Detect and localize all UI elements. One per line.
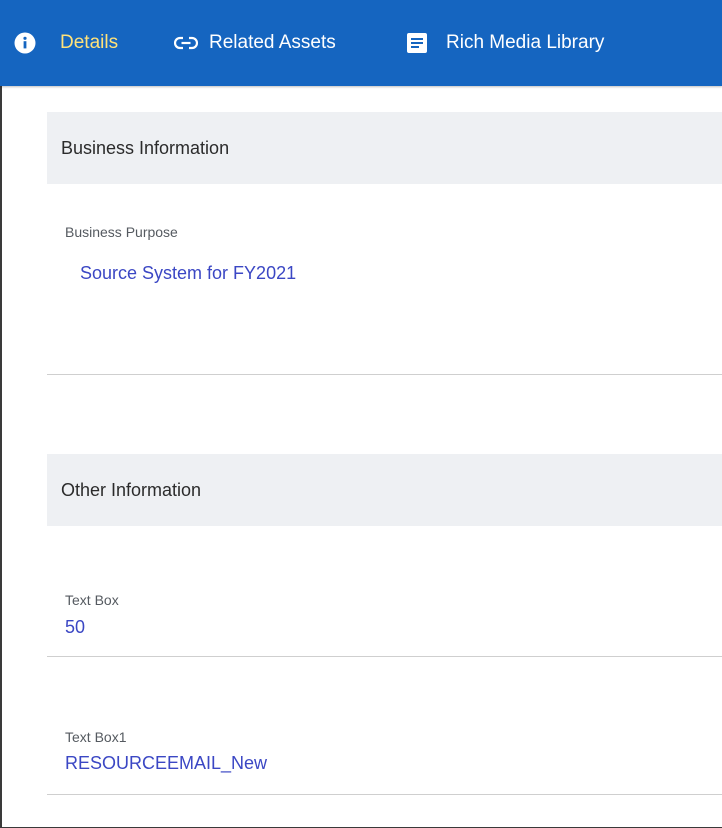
info-icon (14, 32, 36, 54)
field-value: 50 (65, 617, 86, 637)
tab-related-assets-label: Related Assets (209, 32, 336, 53)
tab-bar: Details Related Assets Rich Media Librar… (0, 0, 722, 86)
field-value: RESOURCEEMAIL_New (65, 753, 268, 773)
field-value: Source System for FY2021 (80, 263, 297, 283)
tab-related-assets[interactable]: Related Assets (174, 26, 336, 60)
section-header-business-information[interactable]: Business Information (47, 112, 722, 184)
tab-details[interactable]: Details (14, 26, 118, 60)
field-label: Text Box1 (65, 729, 127, 745)
document-icon (407, 33, 427, 53)
field-text-box: Text Box 50 (47, 526, 722, 657)
tab-rich-media-library[interactable]: Rich Media Library (407, 26, 604, 60)
field-text-box1: Text Box1 RESOURCEEMAIL_New (47, 657, 722, 795)
field-label: Text Box (65, 592, 119, 608)
link-icon (174, 36, 198, 50)
section-title: Business Information (61, 137, 230, 158)
tab-rich-media-library-label: Rich Media Library (446, 32, 605, 53)
section-header-other-information[interactable]: Other Information (47, 454, 722, 526)
field-business-purpose: Business Purpose Source System for FY202… (47, 184, 722, 375)
tab-details-label: Details (60, 32, 119, 53)
section-title: Other Information (61, 479, 202, 500)
field-label: Business Purpose (65, 224, 178, 240)
